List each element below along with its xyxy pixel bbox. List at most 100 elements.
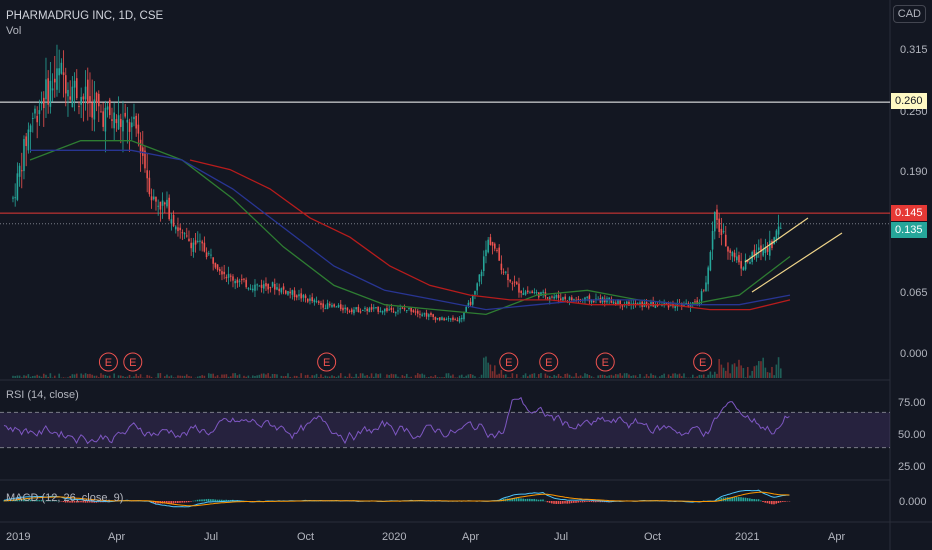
chart-svg[interactable]: EEEEEEE [0,0,932,550]
volume-bar [700,374,703,378]
candle-body [56,68,58,90]
candle-body [529,292,531,294]
volume-bar [135,373,137,378]
volume-bar [163,376,166,378]
currency-button[interactable]: CAD [892,5,926,23]
candle-body [38,110,41,115]
volume-bar [82,374,85,378]
volume-bar [416,373,419,378]
candle-body [47,78,49,105]
volume-bar [280,375,283,378]
macd-histogram-bar [522,498,524,502]
candle-body [247,288,250,290]
volume-bar [337,375,340,378]
candle-body [298,294,300,297]
volume-bar [256,375,258,378]
candle-body [106,106,109,110]
volume-bar [139,374,142,378]
volume-bar [225,374,228,378]
macd-histogram-bar [727,497,729,502]
volume-bar [414,375,417,378]
candle-body [317,301,320,303]
candle-body [135,115,137,129]
macd-histogram-bar [782,501,784,502]
volume-bar [344,376,346,378]
macd-histogram-bar [762,501,764,502]
volume-bar [746,367,749,378]
volume-bar [269,376,272,378]
volume-bar [683,373,685,378]
candle-body [119,118,122,127]
macd-histogram-bar [183,501,186,503]
candle-body [227,273,230,278]
volume-bar [647,376,650,378]
volume-bar [75,373,78,378]
macd-histogram-bar [185,501,188,503]
candle-body [557,295,560,298]
candle-body [348,310,351,312]
price-tick: 0.190 [900,166,928,178]
volume-bar [581,376,584,378]
volume-bar [544,373,547,378]
candle-body [735,256,738,261]
candle-body [278,288,280,292]
volume-bar [661,375,663,378]
macd-histogram-bar [577,501,579,503]
macd-histogram-bar [749,498,751,502]
macd-histogram-bar [562,501,564,504]
candle-body [460,317,463,320]
volume-bar [436,377,439,378]
volume-bar [282,376,285,378]
volume-bar [691,374,694,378]
volume-bar [469,374,472,378]
volume-bar [379,373,382,378]
candle-body [249,288,252,290]
volume-bar [559,376,562,378]
volume-bar [392,374,395,378]
volume-bar [713,371,716,378]
x-tick-oct: Oct [644,531,662,543]
volume-bar [458,375,461,378]
volume-bar [731,364,734,378]
candle-body [128,122,131,132]
volume-bar [150,376,153,378]
macd-histogram-bar [738,497,740,502]
earnings-marker-label: E [505,357,512,369]
volume-bar [247,375,250,378]
candle-body [504,271,507,273]
candle-body [181,232,184,234]
volume-bar [592,377,595,378]
volume-bar [694,377,696,378]
rsi-band [0,412,890,448]
volume-bar [95,375,98,378]
candle-body [152,196,155,200]
x-tick-jul: Jul [554,531,569,543]
volume-bar [771,366,773,378]
macd-histogram-bar [753,499,755,502]
candle-body [265,283,267,287]
candle-body [179,227,181,231]
candle-body [166,199,168,207]
candle-body [80,96,82,105]
candle-body [82,96,85,100]
volume-bar [463,377,465,378]
volume-bar [86,374,89,378]
candle-body [45,79,47,100]
candle-body [71,86,74,108]
volume-bar [568,374,571,378]
macd-histogram-bar [515,497,518,502]
volume-bar [711,374,714,378]
candle-body [36,115,38,123]
volume-bar [287,373,289,378]
x-tick-apr: Apr [462,531,480,543]
volume-bar [359,373,362,378]
macd-histogram-bar [733,497,736,502]
volume-bar [260,373,263,378]
volume-bar [201,375,203,378]
x-tick-2020: 2020 [382,531,407,543]
volume-bar [454,377,456,378]
candle-body [724,234,727,247]
macd-histogram-bar [568,501,571,504]
candle-body [148,177,151,195]
macd-histogram-bar [535,499,538,502]
